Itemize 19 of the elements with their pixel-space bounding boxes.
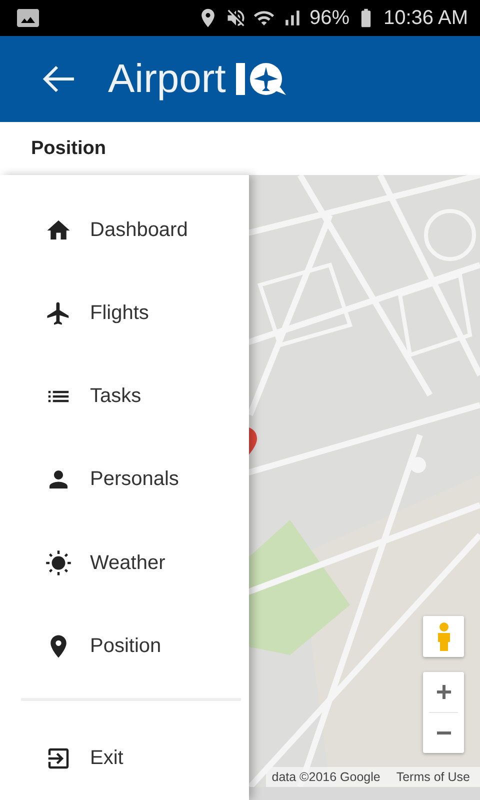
battery-percentage: 96%: [309, 6, 350, 30]
plus-icon: [436, 684, 452, 700]
terms-link[interactable]: Terms of Use: [386, 767, 480, 787]
pegman-icon: [436, 622, 452, 652]
app-title: Airport: [108, 56, 226, 102]
drawer-item[interactable]: Flights: [0, 272, 249, 356]
drawer-item[interactable]: Tasks: [0, 355, 249, 438]
drawer-item[interactable]: Position: [0, 604, 249, 688]
gallery-icon: [16, 6, 40, 30]
drawer-item[interactable]: Dashboard: [0, 189, 249, 272]
minus-icon: [436, 731, 452, 735]
sun-icon: [45, 550, 72, 577]
clock: 10:36 AM: [383, 6, 468, 30]
section-title: Position: [31, 138, 106, 160]
drawer-item[interactable]: Personals: [0, 438, 249, 522]
drawer-item[interactable]: Weather: [0, 522, 249, 605]
drawer-item[interactable]: Exit: [0, 716, 249, 800]
logo-icon: [236, 61, 288, 97]
map-attribution: data ©2016 Google: [266, 767, 386, 787]
